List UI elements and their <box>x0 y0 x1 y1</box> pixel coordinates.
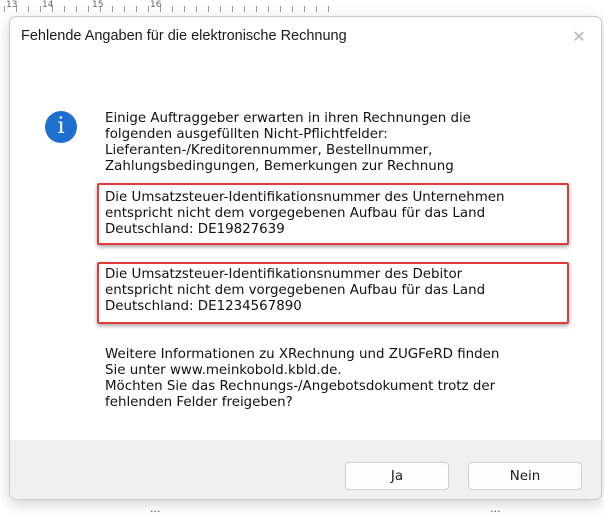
message-line: fehlenden Felder freigeben? <box>105 395 293 410</box>
message-line: Die Umsatzsteuer-Identifikationsnummer d… <box>105 190 505 205</box>
company-vat-warning: Die Umsatzsteuer-Identifikationsnummer d… <box>105 190 575 238</box>
no-button[interactable]: Nein <box>468 462 582 490</box>
message-line: folgenden ausgefüllten Nicht-Pflichtfeld… <box>105 127 388 142</box>
message-line: Deutschland: DE19827639 <box>105 222 285 237</box>
message-line: Einige Auftraggeber erwarten in ihren Re… <box>105 111 471 126</box>
message-line: entspricht nicht dem vorgegebenen Aufbau… <box>105 206 486 221</box>
message-line: Deutschland: DE1234567890 <box>105 299 302 314</box>
message-line: Möchten Sie das Rechnungs-/Angebotsdokum… <box>105 379 496 394</box>
message-line: Zahlungsbedingungen, Bemerkungen zur Rec… <box>105 159 454 174</box>
background-text: ... <box>150 502 161 515</box>
ruler-label: 14 <box>42 0 54 10</box>
dialog-content: i Einige Auftraggeber erwarten in ihren … <box>10 57 601 440</box>
debtor-vat-warning: Die Umsatzsteuer-Identifikationsnummer d… <box>105 267 575 315</box>
ruler-label: 16 <box>150 0 162 10</box>
background-ruler: 13 14 15 16 <box>0 0 604 14</box>
message-line: entspricht nicht dem vorgegebenen Aufbau… <box>105 283 486 298</box>
ruler-label: 15 <box>92 0 104 10</box>
yes-button[interactable]: Ja <box>345 462 449 490</box>
message-line: Die Umsatzsteuer-Identifikationsnummer d… <box>105 267 463 282</box>
intro-message: Einige Auftraggeber erwarten in ihren Re… <box>105 111 575 175</box>
background-text: ... <box>490 502 501 515</box>
message-line: Lieferanten-/Kreditorennummer, Bestellnu… <box>105 143 433 158</box>
ruler-label: 13 <box>6 0 18 10</box>
close-icon: ✕ <box>572 27 586 46</box>
info-icon: i <box>45 111 77 143</box>
outro-message: Weitere Informationen zu XRechnung und Z… <box>105 347 575 411</box>
dialog-footer: Ja Nein <box>10 440 601 499</box>
close-button[interactable]: ✕ <box>569 27 589 47</box>
message-line: Sie unter www.meinkobold.kbld.de. <box>105 363 342 378</box>
dialog-title: Fehlende Angaben für die elektronische R… <box>21 28 347 44</box>
background-window-strip: ... ... <box>0 498 604 515</box>
message-line: Weitere Informationen zu XRechnung und Z… <box>105 347 500 362</box>
message-dialog: Fehlende Angaben für die elektronische R… <box>9 16 602 500</box>
dialog-titlebar[interactable]: Fehlende Angaben für die elektronische R… <box>10 17 601 57</box>
